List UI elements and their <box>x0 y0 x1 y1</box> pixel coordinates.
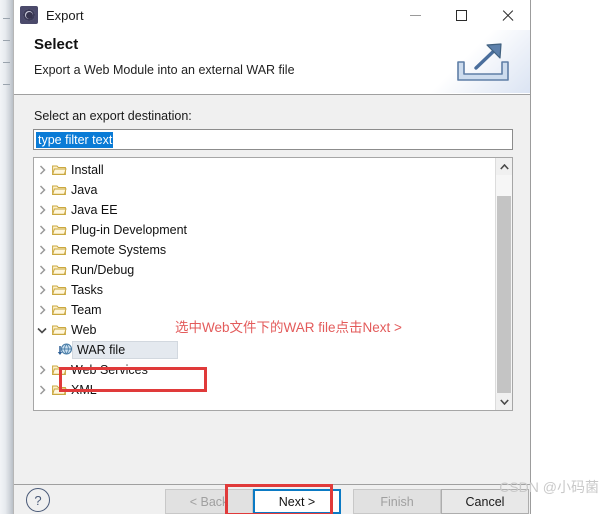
tree-item-label: WAR file <box>77 343 126 357</box>
chevron-right-icon[interactable] <box>34 205 50 215</box>
chevron-right-icon[interactable] <box>34 185 50 195</box>
war-file-icon <box>56 343 74 357</box>
next-button[interactable]: Next > <box>253 489 341 514</box>
annotation-instruction-text: 选中Web文件下的WAR file点击Next > <box>175 320 402 335</box>
tree-item-label: Team <box>71 303 102 317</box>
window-title: Export <box>46 7 84 23</box>
tree-item-java-ee[interactable]: Java EE <box>34 200 492 220</box>
tree-item-label: Web <box>71 323 97 337</box>
scroll-down-arrow-icon[interactable] <box>496 393 512 410</box>
export-gear-icon <box>20 6 38 24</box>
tree-item-run-debug[interactable]: Run/Debug <box>34 260 492 280</box>
tree-item-web-services[interactable]: Web Services <box>34 360 492 380</box>
maximize-icon <box>455 9 467 21</box>
tree-item-xml[interactable]: XML <box>34 380 492 400</box>
chevron-right-icon[interactable] <box>34 385 50 395</box>
folder-icon <box>50 384 68 396</box>
minimize-button[interactable] <box>392 0 438 30</box>
tree-item-label: XML <box>71 383 97 397</box>
close-icon <box>501 9 514 22</box>
tree-item-label: Java EE <box>71 203 118 217</box>
scrollbar-thumb[interactable] <box>497 196 511 396</box>
dialog-titlebar: Export <box>14 0 530 30</box>
page-description: Export a Web Module into an external WAR… <box>34 63 295 77</box>
tree-item-tasks[interactable]: Tasks <box>34 280 492 300</box>
tree-item-label: Tasks <box>71 283 103 297</box>
close-button[interactable] <box>484 0 530 30</box>
tree-vertical-scrollbar[interactable] <box>495 158 512 410</box>
help-button[interactable]: ? <box>26 488 50 512</box>
folder-icon <box>50 164 68 176</box>
export-dialog-window: Export Select Export a Web Module into a… <box>13 0 531 514</box>
csdn-watermark: CSDN @小码菌 <box>499 479 599 495</box>
chevron-right-icon[interactable] <box>34 285 50 295</box>
filter-input-value: type filter text <box>36 131 114 148</box>
folder-icon <box>50 304 68 316</box>
filter-input[interactable]: type filter text <box>33 129 513 150</box>
back-button[interactable]: < Back <box>165 489 253 514</box>
folder-icon <box>50 244 68 256</box>
folder-icon <box>50 364 68 376</box>
tree-item-label: Web Services <box>71 363 148 377</box>
dialog-body: Select an export destination: type filte… <box>14 95 530 484</box>
scroll-up-arrow-icon[interactable] <box>496 158 512 175</box>
folder-icon <box>50 224 68 236</box>
folder-icon <box>50 284 68 296</box>
dialog-button-bar: ? < Back Next > Finish Cancel <box>14 484 530 514</box>
tree-item-remote-systems[interactable]: Remote Systems <box>34 240 492 260</box>
tree-item-plug-in-development[interactable]: Plug-in Development <box>34 220 492 240</box>
window-controls <box>392 0 530 30</box>
tree-rows: Install Java Java EE Plug-in Development… <box>34 160 492 400</box>
tree-item-war-file[interactable]: WAR file <box>34 340 492 360</box>
minimize-icon <box>409 14 421 16</box>
screenshot-root: Export Select Export a Web Module into a… <box>0 0 605 514</box>
tree-item-label: Java <box>71 183 98 197</box>
folder-icon <box>50 184 68 196</box>
finish-button[interactable]: Finish <box>353 489 441 514</box>
export-destination-tree[interactable]: Install Java Java EE Plug-in Development… <box>33 157 513 411</box>
tree-item-label: Plug-in Development <box>71 223 188 237</box>
export-arrow-icon <box>457 43 509 81</box>
banner-artwork <box>410 30 530 93</box>
folder-icon <box>50 264 68 276</box>
tree-item-java[interactable]: Java <box>34 180 492 200</box>
folder-icon <box>50 204 68 216</box>
chevron-right-icon[interactable] <box>34 165 50 175</box>
chevron-right-icon[interactable] <box>34 225 50 235</box>
folder-icon <box>50 324 68 336</box>
tree-item-label: Run/Debug <box>71 263 135 277</box>
chevron-right-icon[interactable] <box>34 365 50 375</box>
page-title: Select <box>34 36 79 53</box>
tree-item-install[interactable]: Install <box>34 160 492 180</box>
desktop-background-strip <box>0 0 13 514</box>
chevron-right-icon[interactable] <box>34 245 50 255</box>
maximize-button[interactable] <box>438 0 484 30</box>
chevron-right-icon[interactable] <box>34 265 50 275</box>
dialog-banner: Select Export a Web Module into an exter… <box>14 30 530 95</box>
chevron-down-icon[interactable] <box>34 327 50 334</box>
export-destination-label: Select an export destination: <box>34 109 192 123</box>
chevron-right-icon[interactable] <box>34 305 50 315</box>
tree-item-label: Install <box>71 163 104 177</box>
tree-item-label: Remote Systems <box>71 243 167 257</box>
